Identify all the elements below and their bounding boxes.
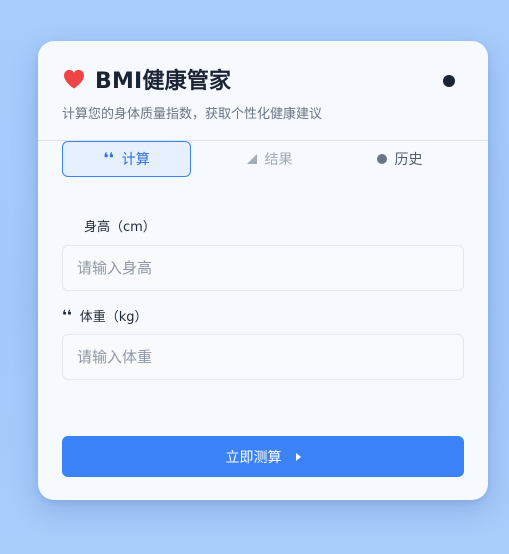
tab-bar: ❛❛ 计算 结果 历史 [62, 141, 464, 177]
weight-label-row: ❛❛ 体重（kg） [62, 308, 148, 327]
quote-icon: ❛❛ [62, 308, 72, 324]
tab-history-label: 历史 [394, 152, 423, 168]
caret-right-icon [295, 452, 301, 461]
weight-input[interactable] [62, 334, 464, 380]
card-header: BMI健康管家 计算您的身体质量指数，获取个性化健康建议 [38, 41, 488, 141]
heart-icon [64, 69, 84, 89]
height-label: 身高（cm） [84, 220, 156, 235]
tab-calculate-label: 计算 [121, 152, 150, 168]
tab-result-label: 结果 [264, 152, 293, 168]
tab-calculate[interactable]: ❛❛ 计算 [62, 141, 191, 177]
calculate-button[interactable]: 立即测算 [62, 436, 464, 477]
quote-icon: ❛❛ [103, 148, 114, 167]
history-icon [376, 154, 387, 164]
status-dot-icon[interactable] [443, 75, 455, 87]
tab-result[interactable]: 结果 [205, 141, 334, 177]
app-subtitle: 计算您的身体质量指数，获取个性化健康建议 [62, 107, 323, 122]
height-input[interactable] [62, 245, 464, 291]
tab-history[interactable]: 历史 [335, 141, 464, 177]
app-title: BMI健康管家 [95, 69, 232, 94]
bmi-card: BMI健康管家 计算您的身体质量指数，获取个性化健康建议 ❛❛ 计算 结果 历史… [38, 41, 488, 500]
ruler-icon [246, 154, 257, 164]
calculate-button-label: 立即测算 [225, 449, 282, 466]
weight-label: 体重（kg） [79, 310, 148, 325]
